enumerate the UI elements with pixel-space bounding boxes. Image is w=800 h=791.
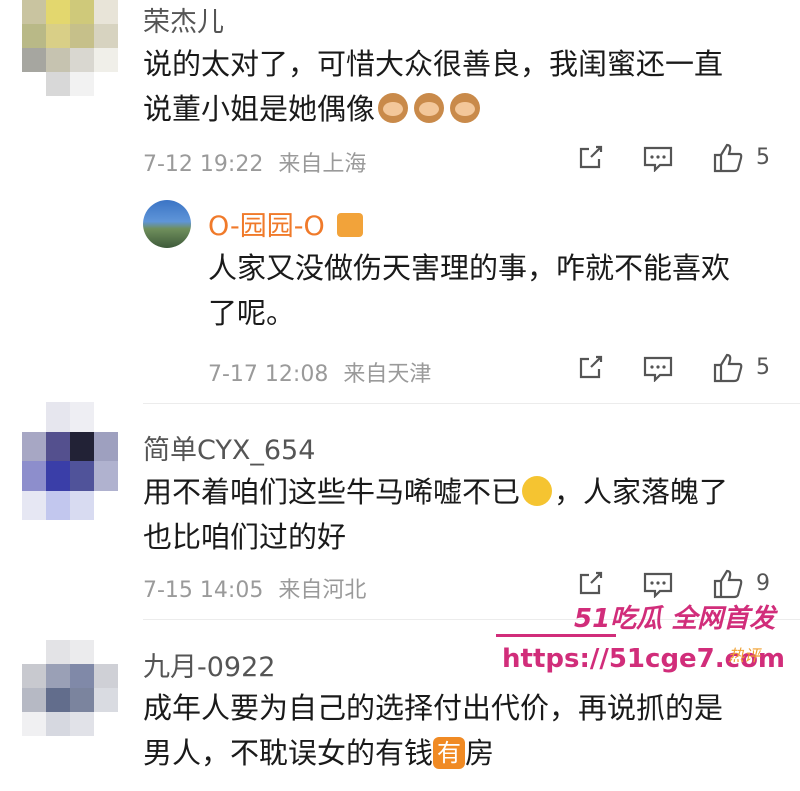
comment-text-line: 说的太对了，可惜大众很善良，我闺蜜还一直: [143, 47, 724, 81]
comment-icon[interactable]: [643, 146, 673, 172]
comment-meta: 7-15 14:05 来自河北: [143, 572, 366, 604]
vip-crown-icon: [337, 213, 364, 237]
location: 来自河北: [278, 578, 367, 603]
like-icon[interactable]: [712, 352, 744, 384]
comment-text-part: 房: [465, 736, 495, 770]
avatar[interactable]: [22, 640, 118, 736]
location: 来自天津: [343, 362, 432, 387]
avatar[interactable]: [143, 200, 191, 248]
reply-text-line: 了呢。: [208, 296, 296, 330]
share-icon[interactable]: [576, 354, 604, 382]
monkey-see-no-evil-icon: [378, 93, 409, 123]
timestamp: 7-15 14:05: [143, 578, 264, 603]
reply-text-line: 人家又没做伤天害理的事，咋就不能喜欢: [208, 251, 731, 285]
reply-text: 人家又没做伤天害理的事，咋就不能喜欢 了呢。: [208, 246, 778, 336]
comment-text-line: 说董小姐是她偶像: [143, 87, 783, 132]
like-count: 5: [756, 355, 770, 380]
comment-text-part: 用不着咱们这些牛马唏嘘不已: [143, 475, 521, 509]
comment-meta: 7-12 19:22 来自上海: [143, 146, 366, 178]
reply-username-text[interactable]: O-园园-O: [208, 211, 325, 242]
like-count: 9: [756, 571, 770, 596]
like-count: 5: [756, 145, 770, 170]
avatar[interactable]: [22, 402, 118, 520]
like-icon[interactable]: [712, 568, 744, 600]
location: 来自上海: [278, 152, 367, 177]
comment-text-line-content: 说董小姐是她偶像: [143, 92, 376, 126]
comment-text: 成年人要为自己的选择付出代价，再说抓的是 男人，不耽误女的有钱有房: [143, 686, 783, 776]
comment-text-line: 成年人要为自己的选择付出代价，再说抓的是: [143, 691, 724, 725]
username[interactable]: 九月-0922: [143, 645, 275, 684]
timestamp: 7-17 12:08: [208, 362, 329, 387]
watermark-title: 51吃瓜 全网首发: [574, 604, 776, 634]
comment-text: 说的太对了，可惜大众很善良，我闺蜜还一直 说董小姐是她偶像: [143, 42, 783, 132]
comment-text-line: 男人，不耽误女的有钱有房: [143, 731, 783, 776]
watermark: 51吃瓜 全网首发 https://51cge7.com 热评: [496, 598, 796, 678]
comment-text-line: 用不着咱们这些牛马唏嘘不已 ，人家落魄了: [143, 470, 783, 515]
monkey-see-no-evil-icon: [450, 93, 481, 123]
username[interactable]: 荣杰儿: [143, 0, 224, 39]
timestamp: 7-12 19:22: [143, 152, 264, 177]
avatar[interactable]: [22, 0, 118, 96]
monkey-see-no-evil-icon: [414, 93, 445, 123]
you-badge-icon: 有: [433, 737, 466, 769]
share-icon[interactable]: [576, 144, 604, 172]
crying-face-icon: [522, 476, 553, 506]
like-icon[interactable]: [712, 142, 744, 174]
username[interactable]: 简单CYX_654: [143, 428, 315, 467]
comment-text: 用不着咱们这些牛马唏嘘不已 ，人家落魄了 也比咱们过的好: [143, 470, 783, 560]
comment-text-part: ，人家落魄了: [554, 475, 729, 509]
reply-meta: 7-17 12:08 来自天津: [208, 356, 431, 388]
watermark-tag: 热评: [728, 646, 761, 665]
divider: [143, 403, 800, 404]
watermark-stripe: [496, 634, 616, 637]
share-icon[interactable]: [576, 570, 604, 598]
comment-text-part: 男人，不耽误女的有钱: [143, 736, 434, 770]
reply-username[interactable]: O-园园-O: [208, 204, 364, 243]
comment-icon[interactable]: [643, 572, 673, 598]
comment-text-line: 也比咱们过的好: [143, 520, 347, 554]
comment-icon[interactable]: [643, 356, 673, 382]
